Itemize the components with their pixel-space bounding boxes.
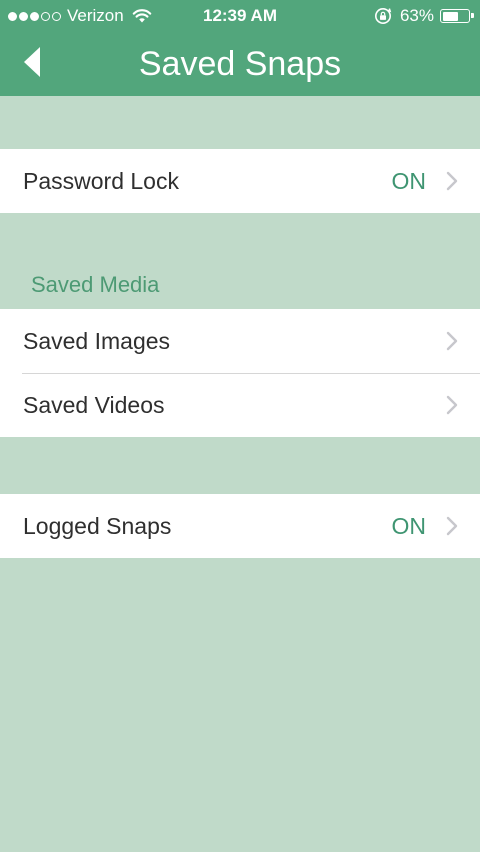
status-right: 63% [374, 6, 474, 26]
saved-videos-row[interactable]: Saved Videos [0, 373, 480, 437]
battery-icon [440, 9, 474, 23]
top-bar: Verizon 12:39 AM 63% Saved Snaps [0, 0, 480, 96]
page-title: Saved Snaps [138, 45, 342, 83]
password-lock-label: Password Lock [23, 167, 179, 194]
logged-snaps-row[interactable]: Logged Snaps ON [0, 494, 480, 558]
battery-tip [471, 13, 474, 18]
navigation-bar: Saved Snaps [0, 32, 480, 96]
chevron-right-icon [445, 331, 459, 351]
battery-fill [442, 11, 458, 21]
section-header-saved-media: Saved Media [31, 272, 160, 297]
chevron-right-icon [445, 516, 459, 536]
password-lock-value: ON [391, 167, 427, 194]
logged-snaps-value: ON [391, 512, 427, 539]
chevron-right-icon [445, 395, 459, 415]
battery-percent: 63% [399, 6, 434, 25]
password-lock-row[interactable]: Password Lock ON [0, 149, 480, 213]
logged-snaps-label: Logged Snaps [23, 512, 172, 539]
password-lock-group: Password Lock ON [0, 149, 480, 213]
chevron-right-icon [445, 171, 459, 191]
saved-images-label: Saved Images [23, 327, 171, 354]
rotation-lock-icon [374, 7, 392, 25]
saved-images-row[interactable]: Saved Images [0, 309, 480, 373]
saved-videos-label: Saved Videos [23, 391, 165, 418]
logged-snaps-group: Logged Snaps ON [0, 494, 480, 558]
status-bar: Verizon 12:39 AM 63% [0, 0, 480, 32]
saved-media-group: Saved Images Saved Videos [0, 309, 480, 437]
